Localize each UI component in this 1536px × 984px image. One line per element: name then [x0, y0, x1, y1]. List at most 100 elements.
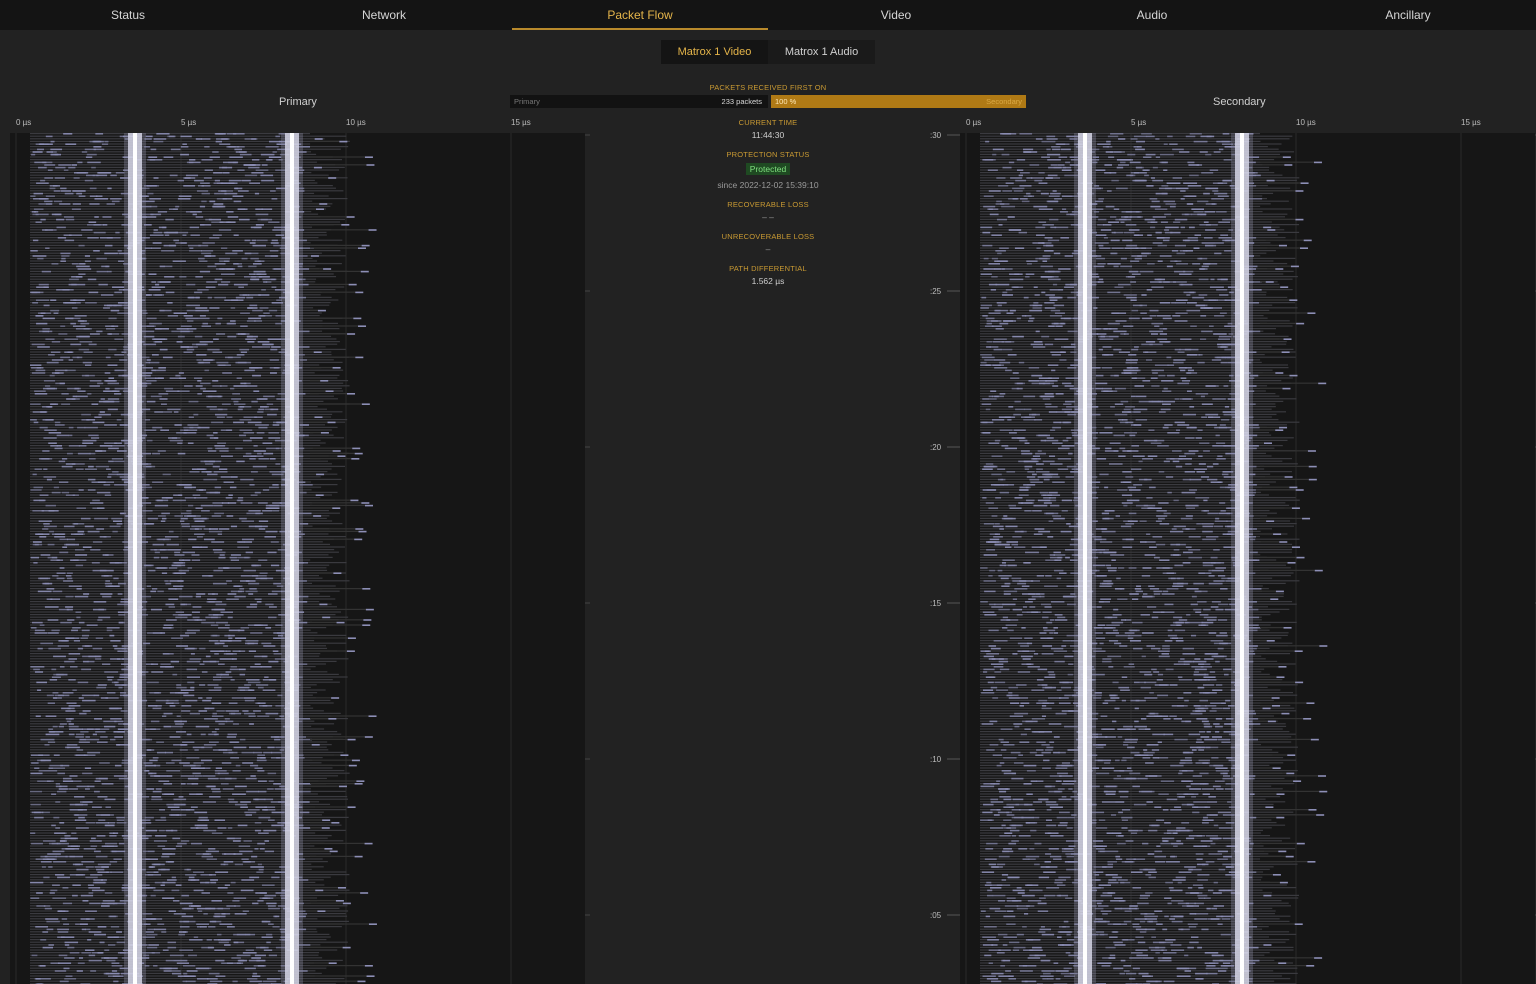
- packet: [107, 382, 120, 385]
- packet: [1221, 140, 1232, 143]
- packet: [259, 897, 271, 899]
- current-time-label: CURRENT TIME: [738, 118, 798, 127]
- packet: [185, 699, 198, 702]
- packet: [51, 213, 62, 216]
- packet: [258, 520, 269, 522]
- packet: [238, 406, 252, 408]
- packet: [1217, 455, 1223, 457]
- packet: [88, 655, 97, 658]
- packet-row: [980, 491, 1261, 493]
- packet: [265, 146, 279, 148]
- packet: [1187, 372, 1198, 374]
- packet: [104, 424, 117, 426]
- packet: [322, 616, 331, 619]
- packet: [68, 679, 76, 681]
- tab-network[interactable]: Network: [256, 0, 512, 30]
- packet: [1126, 359, 1138, 361]
- packet: [170, 809, 181, 811]
- packet: [30, 881, 44, 884]
- packet: [260, 666, 272, 668]
- packet: [193, 936, 199, 938]
- packet: [337, 455, 346, 457]
- packet: [252, 902, 259, 905]
- packet: [108, 975, 120, 977]
- packet-row: [30, 608, 320, 610]
- packet: [242, 910, 249, 912]
- packet: [44, 582, 53, 585]
- packet: [201, 746, 213, 749]
- packet: [254, 598, 262, 600]
- packet: [101, 783, 114, 785]
- packet-trail: [310, 975, 367, 977]
- packet: [30, 195, 36, 197]
- packet: [1166, 374, 1175, 377]
- packet: [168, 567, 178, 569]
- packet: [261, 936, 273, 938]
- packet: [232, 793, 246, 795]
- tab-video[interactable]: Video: [768, 0, 1024, 30]
- packet: [1161, 185, 1169, 187]
- packet: [46, 780, 54, 782]
- subtab-matrox-video[interactable]: Matrox 1 Video: [661, 40, 768, 64]
- packet: [253, 450, 266, 452]
- packet: [1223, 385, 1229, 387]
- packet: [61, 707, 71, 710]
- packet: [1096, 458, 1107, 460]
- packet: [1206, 465, 1214, 468]
- packet: [997, 304, 1002, 307]
- packet: [249, 182, 261, 184]
- packet: [267, 788, 274, 790]
- packet: [212, 351, 223, 353]
- packet: [102, 663, 111, 665]
- packet: [1001, 153, 1010, 156]
- packet: [151, 247, 161, 249]
- packet: [195, 967, 210, 970]
- packet: [1110, 374, 1119, 377]
- packet: [194, 824, 208, 827]
- packet: [82, 728, 94, 730]
- packet: [215, 720, 228, 723]
- packet: [1157, 338, 1168, 340]
- packet: [214, 772, 220, 775]
- packet: [366, 164, 375, 166]
- packet: [179, 377, 187, 379]
- packet-trail: [1260, 322, 1297, 324]
- packet: [1147, 234, 1152, 236]
- packet: [1183, 291, 1196, 294]
- packet: [248, 317, 262, 320]
- packet-trail: [310, 452, 355, 454]
- packet: [207, 593, 215, 595]
- packet: [1155, 231, 1162, 234]
- tab-packet-flow[interactable]: Packet Flow: [512, 0, 768, 30]
- tab-ancillary[interactable]: Ancillary: [1280, 0, 1536, 30]
- packet: [1061, 169, 1072, 171]
- packet: [190, 827, 199, 829]
- subtab-matrox-audio[interactable]: Matrox 1 Audio: [768, 40, 875, 64]
- packet: [49, 731, 64, 733]
- packet: [368, 229, 377, 231]
- tab-status[interactable]: Status: [0, 0, 256, 30]
- packet: [250, 471, 258, 473]
- packet: [146, 185, 157, 187]
- packet: [207, 777, 219, 780]
- packet: [204, 707, 209, 710]
- packet: [239, 419, 252, 421]
- packet: [30, 419, 37, 421]
- packet: [1151, 333, 1158, 335]
- packet: [1205, 385, 1216, 387]
- packet: [183, 351, 193, 353]
- packet: [206, 858, 217, 860]
- packet: [57, 876, 71, 879]
- packet: [80, 637, 88, 639]
- packet: [1114, 413, 1128, 416]
- packet: [112, 286, 125, 288]
- packet: [1125, 406, 1135, 408]
- packet: [77, 452, 91, 455]
- packet: [222, 751, 234, 754]
- packet: [250, 226, 262, 229]
- packet: [34, 767, 40, 769]
- packet: [62, 887, 69, 889]
- packet: [212, 465, 220, 468]
- packet: [1187, 369, 1194, 372]
- tab-audio[interactable]: Audio: [1024, 0, 1280, 30]
